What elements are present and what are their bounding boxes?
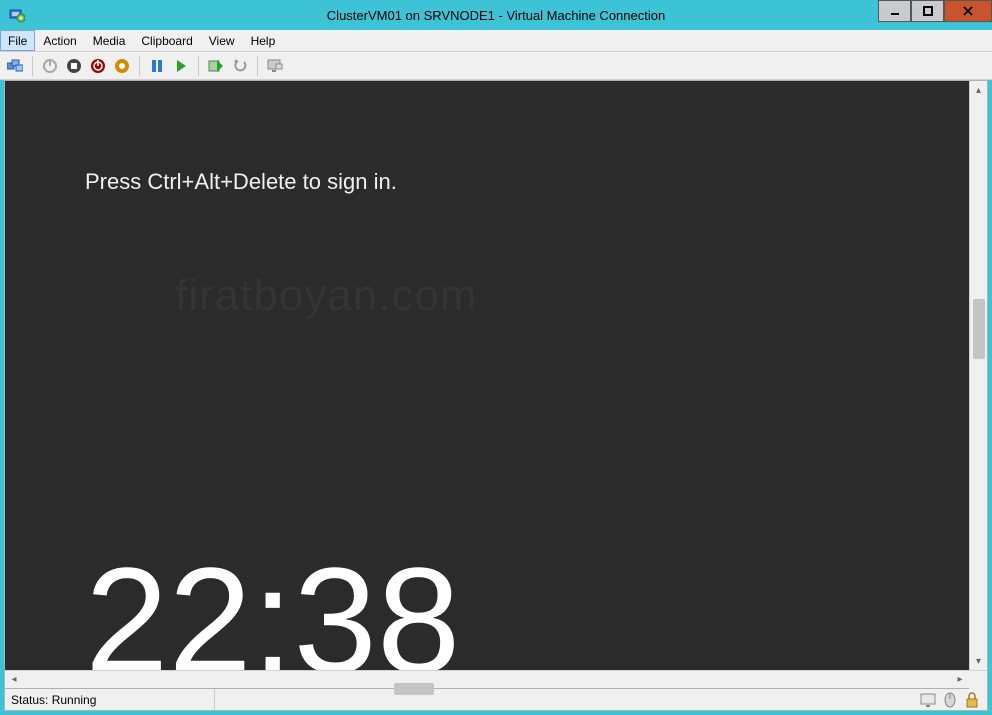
maximize-button[interactable] xyxy=(911,0,944,22)
lock-message: Press Ctrl+Alt+Delete to sign in. xyxy=(85,169,397,195)
revert-button[interactable] xyxy=(229,55,251,77)
vertical-scroll-thumb[interactable] xyxy=(973,299,985,359)
vertical-scrollbar[interactable]: ▴ ▾ xyxy=(969,81,987,670)
reset-button[interactable] xyxy=(170,55,192,77)
mouse-status-icon xyxy=(941,691,959,709)
menu-file[interactable]: File xyxy=(0,30,35,51)
status-bar: Status: Running xyxy=(4,689,988,711)
window-title: ClusterVM01 on SRVNODE1 - Virtual Machin… xyxy=(0,8,992,23)
watermark-text: firatboyan.com xyxy=(175,271,478,321)
app-icon xyxy=(4,0,30,30)
save-state-icon xyxy=(114,58,130,74)
menu-view[interactable]: View xyxy=(201,30,243,51)
monitor-icon xyxy=(267,58,283,74)
stop-icon xyxy=(66,58,82,74)
menu-action[interactable]: Action xyxy=(35,30,84,51)
scroll-down-icon[interactable]: ▾ xyxy=(970,652,987,670)
display-status-icon xyxy=(919,691,937,709)
menu-help[interactable]: Help xyxy=(243,30,284,51)
power-icon xyxy=(90,58,106,74)
scroll-right-icon[interactable]: ▸ xyxy=(951,671,969,688)
minimize-button[interactable] xyxy=(878,0,911,22)
status-text: Status: Running xyxy=(5,689,215,710)
horizontal-scroll-thumb[interactable] xyxy=(394,683,434,695)
content-area: Press Ctrl+Alt+Delete to sign in. firatb… xyxy=(4,80,988,689)
menu-media[interactable]: Media xyxy=(85,30,134,51)
turnoff-button[interactable] xyxy=(63,55,85,77)
pause-icon xyxy=(149,58,165,74)
menu-bar: File Action Media Clipboard View Help xyxy=(0,30,992,52)
scroll-up-icon[interactable]: ▴ xyxy=(970,81,987,99)
scroll-left-icon[interactable]: ◂ xyxy=(5,671,23,688)
enhanced-session-button[interactable] xyxy=(264,55,286,77)
ctrl-alt-del-button[interactable] xyxy=(4,55,26,77)
toolbar xyxy=(0,52,992,80)
horizontal-scrollbar[interactable]: ◂ ▸ xyxy=(5,670,987,688)
close-button[interactable] xyxy=(944,0,992,22)
lock-clock: 22:38 xyxy=(85,545,460,670)
pause-button[interactable] xyxy=(146,55,168,77)
keys-icon xyxy=(7,58,23,74)
revert-icon xyxy=(232,58,248,74)
lock-status-icon xyxy=(963,691,981,709)
menu-clipboard[interactable]: Clipboard xyxy=(133,30,200,51)
start-button[interactable] xyxy=(39,55,61,77)
shutdown-button[interactable] xyxy=(87,55,109,77)
checkpoint-icon xyxy=(208,58,224,74)
save-button[interactable] xyxy=(111,55,133,77)
power-on-icon xyxy=(42,58,58,74)
checkpoint-button[interactable] xyxy=(205,55,227,77)
title-bar: ClusterVM01 on SRVNODE1 - Virtual Machin… xyxy=(0,0,992,30)
scroll-corner xyxy=(969,671,987,689)
play-icon xyxy=(173,58,189,74)
vm-display[interactable]: Press Ctrl+Alt+Delete to sign in. firatb… xyxy=(5,81,969,670)
